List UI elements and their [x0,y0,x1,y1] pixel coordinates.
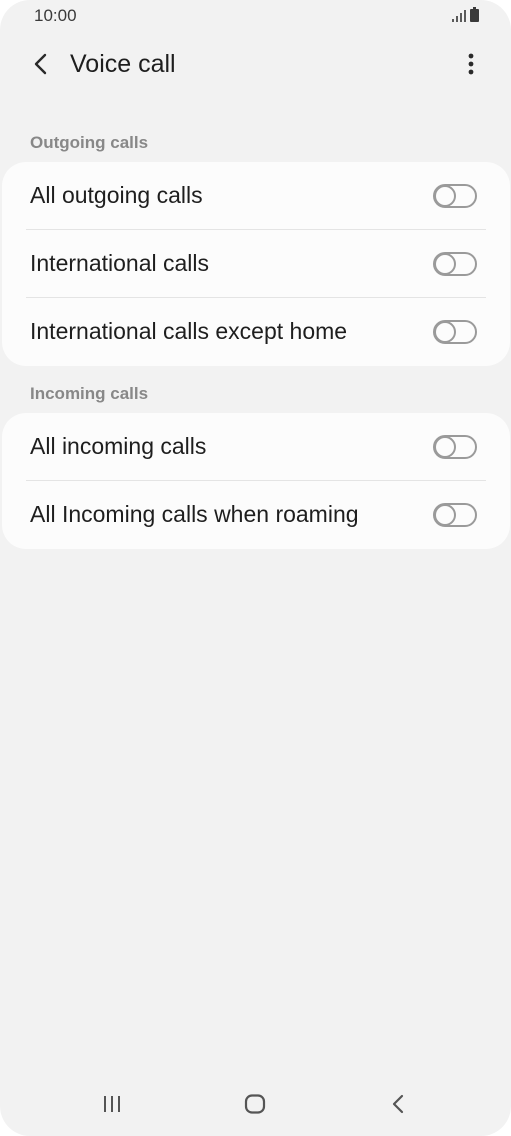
back-arrow-icon [33,53,47,80]
section-header-incoming: Incoming calls [30,384,149,403]
home-button[interactable] [235,1090,275,1122]
more-vertical-icon [468,53,474,80]
setting-label: International calls [30,250,209,276]
setting-label: All Incoming calls when roaming [30,501,359,527]
screen: 10:00 Voice call Outgoing calls All outg… [0,0,511,1136]
more-options-button[interactable] [453,48,489,84]
status-icons [452,7,479,27]
back-button[interactable] [22,48,58,84]
setting-label: All outgoing calls [30,182,203,208]
setting-label: All incoming calls [30,433,207,459]
status-time: 10:00 [34,6,77,25]
setting-row-international[interactable]: International calls [2,230,510,298]
setting-row-all-outgoing[interactable]: All outgoing calls [2,162,510,230]
recent-apps-button[interactable] [92,1090,132,1122]
incoming-calls-card: All incoming calls All Incoming calls wh… [2,413,510,549]
navigation-bar [0,1080,511,1130]
battery-icon [470,7,479,27]
outgoing-calls-card: All outgoing calls International calls I… [2,162,510,366]
toggle-switch[interactable] [433,252,477,276]
page-title: Voice call [70,50,176,78]
app-bar: Voice call [0,40,511,92]
setting-row-all-incoming[interactable]: All incoming calls [2,413,510,481]
toggle-switch[interactable] [433,435,477,459]
toggle-knob [434,185,456,207]
toggle-switch[interactable] [433,320,477,344]
signal-icon [452,9,466,27]
toggle-knob [434,436,456,458]
nav-back-button[interactable] [378,1090,418,1122]
setting-row-incoming-roaming[interactable]: All Incoming calls when roaming [2,481,510,549]
toggle-knob [434,321,456,343]
section-header-outgoing: Outgoing calls [30,133,149,152]
setting-label: International calls except home [30,318,348,344]
recent-apps-icon [102,1095,122,1118]
toggle-switch[interactable] [433,503,477,527]
toggle-knob [434,504,456,526]
status-bar: 10:00 [0,0,511,32]
toggle-switch[interactable] [433,184,477,208]
toggle-knob [434,253,456,275]
home-icon [244,1093,266,1119]
back-icon [391,1094,405,1119]
setting-row-international-except-home[interactable]: International calls except home [2,298,510,366]
